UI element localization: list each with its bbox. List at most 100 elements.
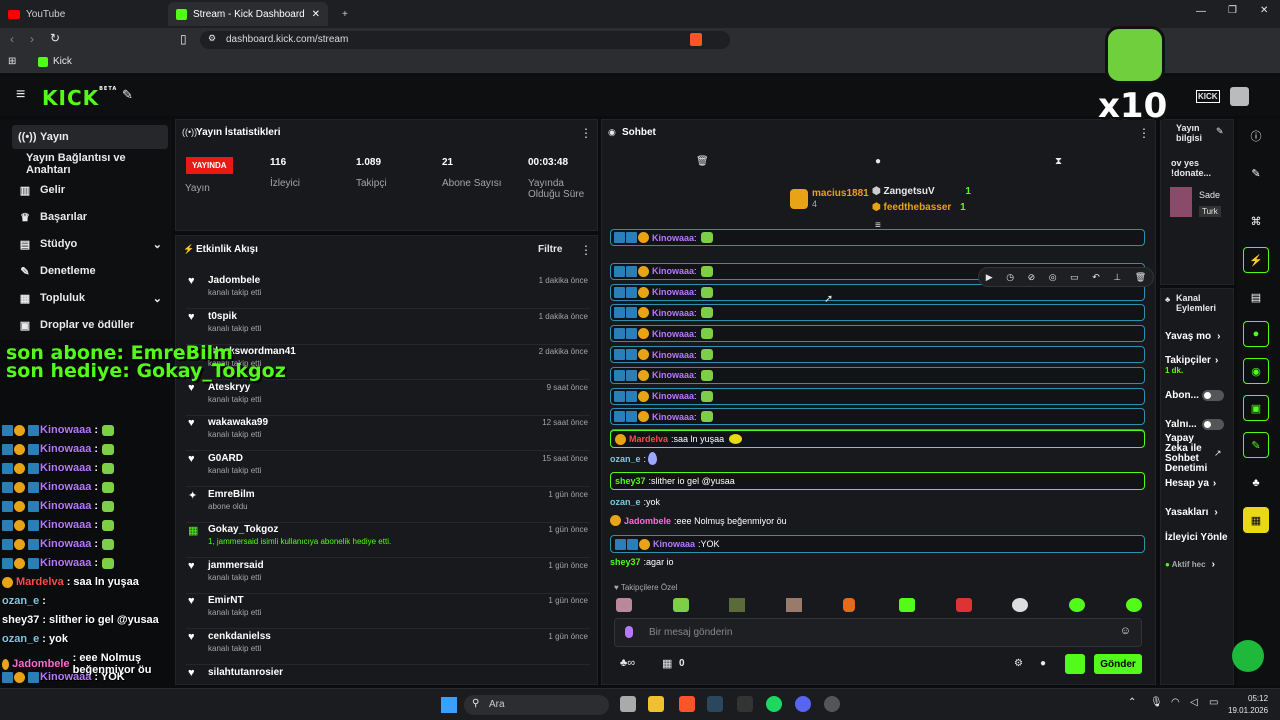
close-tab-icon[interactable]: ✕ [312,9,320,20]
steam-icon[interactable] [707,696,723,712]
play-icon[interactable]: ▶ [986,272,993,283]
nav-stream-key[interactable]: Yayın Bağlantısı ve Anahtarı [12,152,168,176]
trash-icon[interactable]: 🗑 [1135,272,1146,283]
feed-event[interactable]: ♥ jammersaid kanalı takip etti 1 gün önce [186,558,590,594]
nav-droplar[interactable]: ▣ Droplar ve ödüller [12,313,168,337]
feed-event[interactable]: ♥ t0spik kanalı takip etti 1 dakika önce [186,309,590,345]
store-icon[interactable]: ▦ [662,657,672,670]
edit-icon[interactable]: ✎ [1243,160,1269,186]
feed-event[interactable]: ♥ cenkdanielss kanalı takip etti 1 gün önce [186,629,590,665]
kick-icon-button[interactable]: KICK [1196,90,1220,103]
action-followers[interactable]: Takipçiler › 1 dk. [1165,355,1218,375]
info-icon[interactable]: ⓘ [1243,123,1269,149]
feed-event[interactable]: ▦ Gokay_Tokgoz 1, jammersaid isimli kullan… [186,522,590,559]
more-icon[interactable]: ⋮ [580,126,592,140]
hourglass-icon[interactable]: ⧗ [1055,156,1062,167]
broadcast-icon[interactable]: ◉ [1243,358,1269,384]
avatar[interactable] [1230,87,1249,106]
new-tab-button[interactable]: + [334,2,356,26]
more-icon[interactable]: ⋮ [1138,126,1150,140]
volume-icon[interactable]: ◁ [1190,697,1198,708]
slash-icon[interactable]: ⊘ [1028,272,1036,283]
chat-message[interactable]: Kinowaaa: [610,325,1145,343]
kick-logo[interactable]: KICKBETA [42,86,117,110]
chat-message[interactable]: ozan_e: [610,452,658,465]
chat-bubble-icon[interactable]: ● [1040,658,1046,669]
trash-icon[interactable]: 🗑 [696,156,709,167]
action-slow-mode[interactable]: Yavaş mo › [1165,331,1221,342]
clapper-icon[interactable]: ▦ [1243,507,1269,533]
hamburger-icon[interactable]: ≡ [16,86,25,104]
feed-event[interactable]: ♥ Ateskryy kanalı takip etti 9 saat önce [186,380,590,416]
more-icon[interactable]: ⋮ [580,243,592,257]
send-button[interactable]: Gönder [1094,654,1142,674]
category-thumbnail[interactable] [1170,187,1192,217]
battery-icon[interactable]: ▭ [1209,697,1218,708]
reload-icon[interactable]: ↻ [50,31,60,45]
action-account[interactable]: Hesap ya › [1165,478,1216,489]
feed-event[interactable]: ♥ EmirNT kanalı takip etti 1 gün önce [186,593,590,630]
document-icon[interactable]: ▤ [1243,284,1269,310]
minimize-icon[interactable]: — [1196,6,1206,17]
chat-message[interactable]: shey37: agar io [610,557,674,567]
chat-message[interactable]: Mardelva: saa ln yuşaa [610,430,1145,448]
brave-icon[interactable] [679,696,695,712]
tab-youtube[interactable]: YouTube [0,2,160,26]
emote[interactable] [843,598,855,612]
chat-message[interactable]: shey37: slither io gel @yusaa [610,472,1145,490]
chat-message[interactable]: ozan_e: yok [610,497,660,507]
chat-message[interactable]: Kinowaaa: YOK [610,535,1145,553]
pin-icon[interactable]: ⊥ [1113,272,1121,283]
emote-points-icon[interactable]: ♣∞ [620,657,635,669]
chat-message[interactable]: Kinowaaa: [610,366,1145,384]
forward-icon[interactable]: › [30,32,34,46]
clock-icon[interactable]: ◷ [1006,272,1014,283]
support-button[interactable] [1232,640,1264,672]
nav-denetleme[interactable]: ✎ Denetleme [12,259,168,283]
action-active[interactable]: ● Aktif hec › [1165,559,1215,570]
bookmark-icon[interactable]: ▯ [180,32,187,46]
url-field[interactable]: ⚙ dashboard.kick.com/stream [200,31,730,49]
taskbar-app-icon[interactable] [620,696,636,712]
settings-icon[interactable]: ⚙ [1014,658,1023,669]
pin-icon[interactable]: ✎ [122,87,133,103]
kick-emote-button[interactable] [1065,654,1085,674]
undo-icon[interactable]: ↶ [1092,272,1100,283]
feed-event[interactable]: ♥ wakawaka99 kanalı takip etti 12 saat önce [186,415,590,452]
epic-games-icon[interactable] [737,696,753,712]
taskbar-search[interactable]: ⚲ Ara [464,695,609,715]
clock-date[interactable]: 19.01.2026 [1228,706,1268,715]
layout-icon[interactable]: ▣ [1243,395,1269,421]
edit-icon[interactable]: ✎ [1216,126,1224,137]
discord-icon[interactable] [795,696,811,712]
filter-button[interactable]: Filtre [538,244,562,255]
chat-message[interactable]: Kinowaaa: [610,408,1145,426]
tab-kick-dashboard[interactable]: Stream - Kick Dashboard ✕ [168,2,328,26]
wrench-icon[interactable]: ✎ [1243,432,1269,458]
emote[interactable] [616,598,632,612]
feed-event[interactable]: ♥ Jadombele kanalı takip etti 1 dakika önce [186,273,590,309]
emote[interactable] [1012,598,1028,612]
chat-input[interactable]: Bir mesaj gönderin ☺ [614,618,1142,647]
brave-shield-icon[interactable] [690,33,702,46]
chat-bubble-icon[interactable]: ● [875,156,881,167]
spotify-icon[interactable] [766,696,782,712]
back-icon[interactable]: ‹ [10,32,14,46]
action-bans[interactable]: Yasakları › [1165,507,1218,518]
nav-basarilar[interactable]: ♛ Başarılar [12,205,168,229]
site-info-icon[interactable]: ⚙ [208,33,216,44]
bookmark-kick[interactable]: Kick [38,56,72,67]
chevron-up-icon[interactable]: ⌃ [1128,697,1136,708]
mic-icon[interactable] [625,626,633,638]
emote[interactable] [1069,598,1085,612]
external-link-icon[interactable]: ↗ [1214,448,1222,459]
emote[interactable] [1126,598,1142,612]
copy-icon[interactable]: ▭ [1070,272,1079,283]
chat-icon[interactable]: ● [1243,321,1269,347]
nav-topluluk[interactable]: ▦ Topluluk ⌄ [12,286,168,310]
nav-gelir[interactable]: ▥ Gelir [12,178,168,202]
camera-icon[interactable]: ⌘ [1243,208,1269,234]
emote[interactable] [673,598,689,612]
maximize-icon[interactable]: ❐ [1228,5,1237,16]
tray-icon[interactable]: 🎙 [1150,697,1163,708]
